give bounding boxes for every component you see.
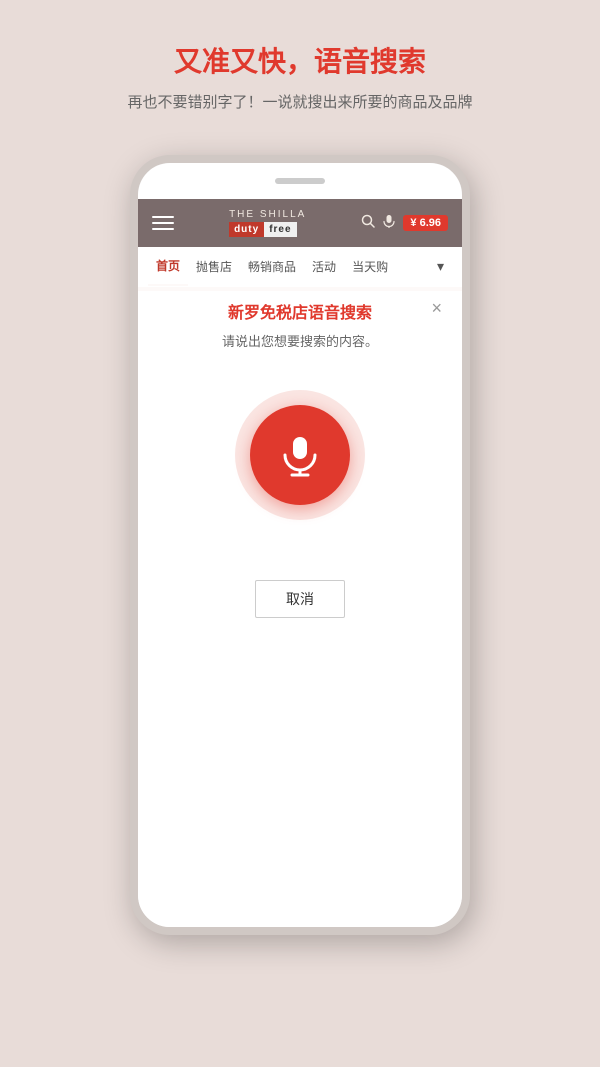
- phone-wrapper: THE SHILLA duty free: [0, 135, 600, 935]
- logo-duty-free-container: duty free: [229, 222, 306, 237]
- voice-title-part2: 语音搜索: [308, 305, 372, 322]
- hamburger-line-1: [152, 216, 174, 218]
- brand-logo: THE SHILLA duty free: [229, 209, 306, 237]
- mic-button[interactable]: [250, 405, 350, 505]
- voice-subtitle: 请说出您想要搜索的内容。: [222, 331, 378, 350]
- voice-header: 新罗免税店语音搜索 ×: [158, 299, 442, 323]
- logo-duty: duty: [229, 222, 264, 237]
- main-title-part1: 又准又快，: [174, 46, 314, 77]
- close-button[interactable]: ×: [431, 299, 442, 317]
- hamburger-menu[interactable]: [152, 216, 174, 230]
- voice-search-overlay: 新罗免税店语音搜索 × 请说出您想要搜索的内容。: [138, 279, 462, 927]
- main-title: 又准又快，语音搜索: [40, 40, 560, 80]
- mic-button-icon: [278, 433, 322, 477]
- top-section: 又准又快，语音搜索 再也不要错别字了！一说就搜出来所要的商品及品牌: [0, 0, 600, 135]
- voice-title: 新罗免税店语音搜索: [228, 299, 372, 323]
- currency-badge: ¥ 6.96: [403, 215, 448, 231]
- mic-button-container: [235, 390, 365, 520]
- voice-title-part1: 新罗免税店: [228, 305, 308, 322]
- hamburger-line-3: [152, 228, 174, 230]
- cancel-button[interactable]: 取消: [255, 580, 345, 618]
- main-title-part2: 语音搜索: [314, 46, 426, 77]
- logo-free: free: [264, 222, 296, 237]
- voice-overlay-inner: 新罗免税店语音搜索 × 请说出您想要搜索的内容。: [158, 299, 442, 618]
- app-header: THE SHILLA duty free: [138, 199, 462, 247]
- phone-top-bar: [138, 163, 462, 199]
- logo-brand-name: THE SHILLA: [229, 209, 306, 220]
- mic-icon-header[interactable]: [383, 214, 395, 231]
- phone-frame: THE SHILLA duty free: [130, 155, 470, 935]
- search-icon[interactable]: [361, 214, 375, 231]
- subtitle: 再也不要错别字了！一说就搜出来所要的商品及品牌: [40, 92, 560, 115]
- hamburger-line-2: [152, 222, 174, 224]
- app-screen: THE SHILLA duty free: [138, 199, 462, 927]
- phone-speaker: [275, 178, 325, 184]
- header-right-controls: ¥ 6.96: [361, 214, 448, 231]
